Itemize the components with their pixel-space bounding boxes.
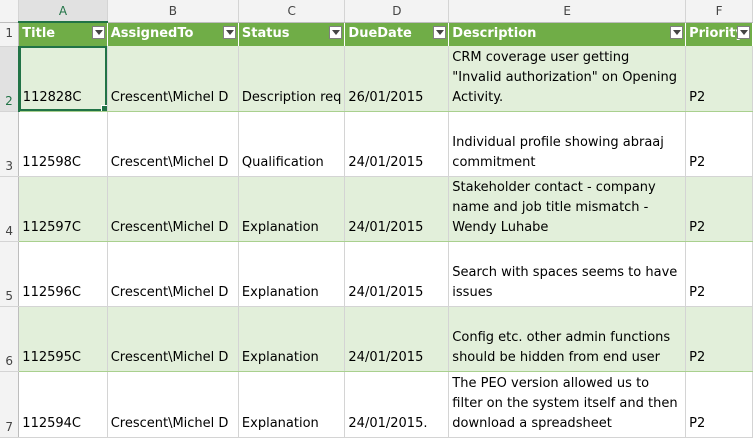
cell-status[interactable]: Qualification <box>238 111 346 177</box>
cell-duedate[interactable]: 24/01/2015 <box>344 176 450 242</box>
cell-assignedto[interactable]: Crescent\Michel D <box>107 46 239 112</box>
row-header-1[interactable]: 1 <box>0 22 20 47</box>
filter-assignedto-icon[interactable] <box>222 25 236 39</box>
cell-duedate[interactable]: 24/01/2015. <box>344 371 450 438</box>
cell-duedate[interactable]: 24/01/2015 <box>344 306 450 372</box>
select-all-corner[interactable] <box>0 0 20 23</box>
filter-title-icon[interactable] <box>91 26 105 39</box>
cell-status[interactable]: Explanation <box>238 306 346 372</box>
header-title-label: Title <box>22 26 56 41</box>
filter-description-icon[interactable] <box>670 25 684 39</box>
header-title[interactable]: Title <box>18 22 108 46</box>
cell-duedate[interactable]: 24/01/2015 <box>344 241 450 307</box>
cell-status[interactable]: Description req <box>238 46 346 112</box>
cell-assignedto[interactable]: Crescent\Michel D <box>107 241 239 307</box>
header-duedate-label: DueDate <box>348 25 412 41</box>
column-header-f[interactable]: F <box>685 0 753 23</box>
table-row: 2 112828C Crescent\Michel D Description … <box>0 46 753 112</box>
cell-priority[interactable]: P2 <box>685 46 753 112</box>
header-assignedto-label: AssignedTo <box>110 25 194 41</box>
column-header-d[interactable]: D <box>344 0 450 23</box>
cell-description[interactable]: Search with spaces seems to have issues <box>448 241 687 307</box>
cell-assignedto[interactable]: Crescent\Michel D <box>107 371 239 438</box>
cell-status[interactable]: Explanation <box>238 176 346 242</box>
cell-description[interactable]: Config etc. other admin functions should… <box>448 306 687 372</box>
table-row: 5 112596C Crescent\Michel D Explanation … <box>0 241 753 307</box>
filter-status-icon[interactable] <box>329 25 343 39</box>
cell-priority[interactable]: P2 <box>685 176 753 242</box>
cell-priority[interactable]: P2 <box>685 111 753 177</box>
table-row: 6 112595C Crescent\Michel D Explanation … <box>0 306 753 372</box>
header-duedate[interactable]: DueDate <box>344 22 450 46</box>
cell-title[interactable]: 112594C <box>18 371 108 438</box>
row-header-3[interactable]: 3 <box>0 111 20 177</box>
header-assignedto[interactable]: AssignedTo <box>107 22 239 46</box>
cell-title[interactable]: 112596C <box>18 241 108 307</box>
fill-handle[interactable] <box>100 104 107 110</box>
cell-priority[interactable]: P2 <box>685 371 753 438</box>
column-header-c[interactable]: C <box>238 0 346 23</box>
cell-duedate[interactable]: 26/01/2015 <box>344 46 450 112</box>
row-header-4[interactable]: 4 <box>0 176 20 242</box>
cell-duedate[interactable]: 24/01/2015 <box>344 111 450 177</box>
column-header-e[interactable]: E <box>448 0 687 23</box>
table-row: 4 112597C Crescent\Michel D Explanation … <box>0 176 753 242</box>
row-header-5[interactable]: 5 <box>0 241 20 307</box>
cell-description[interactable]: Individual profile showing abraaj commit… <box>448 111 687 177</box>
worksheet-grid: A B C D E F 1 Title AssignedTo Status Du… <box>0 0 753 438</box>
column-header-b[interactable]: B <box>107 0 239 23</box>
row-header-7[interactable]: 7 <box>0 371 20 438</box>
filter-duedate-icon[interactable] <box>433 25 447 39</box>
header-status-label: Status <box>241 25 290 41</box>
column-header-row: A B C D E F <box>0 0 753 23</box>
cell-assignedto[interactable]: Crescent\Michel D <box>107 306 239 372</box>
cell-priority[interactable]: P2 <box>685 241 753 307</box>
row-header-2[interactable]: 2 <box>0 46 20 112</box>
column-header-a[interactable]: A <box>18 0 108 23</box>
header-description-label: Description <box>452 25 537 41</box>
cell-title-value: 112828C <box>22 89 82 105</box>
header-status[interactable]: Status <box>238 22 346 46</box>
cell-assignedto[interactable]: Crescent\Michel D <box>107 111 239 177</box>
header-priority[interactable]: Priority <box>685 22 753 46</box>
table-row: 7 112594C Crescent\Michel D Explanation … <box>0 371 753 438</box>
cell-description[interactable]: CRM coverage user getting "Invalid autho… <box>448 46 687 112</box>
cell-priority[interactable]: P2 <box>685 306 753 372</box>
cell-title[interactable]: 112828C <box>18 46 108 112</box>
spreadsheet: A B C D E F 1 Title AssignedTo Status Du… <box>0 0 753 439</box>
filter-priority-icon[interactable] <box>737 25 750 39</box>
cell-status[interactable]: Explanation <box>238 241 346 307</box>
cell-status[interactable]: Explanation <box>238 371 346 438</box>
cell-assignedto[interactable]: Crescent\Michel D <box>107 176 239 242</box>
cell-title[interactable]: 112595C <box>18 306 108 372</box>
header-priority-label: Priority <box>689 25 744 41</box>
table-row: 3 112598C Crescent\Michel D Qualificatio… <box>0 111 753 177</box>
cell-description[interactable]: The PEO version allowed us to filter on … <box>448 371 687 438</box>
cell-title[interactable]: 112598C <box>18 111 108 177</box>
table-header-row: 1 Title AssignedTo Status DueDate Descri… <box>0 22 753 47</box>
header-description[interactable]: Description <box>448 22 687 46</box>
cell-description[interactable]: Stakeholder contact - company name and j… <box>448 176 687 242</box>
cell-title[interactable]: 112597C <box>18 176 108 242</box>
row-header-6[interactable]: 6 <box>0 306 20 372</box>
